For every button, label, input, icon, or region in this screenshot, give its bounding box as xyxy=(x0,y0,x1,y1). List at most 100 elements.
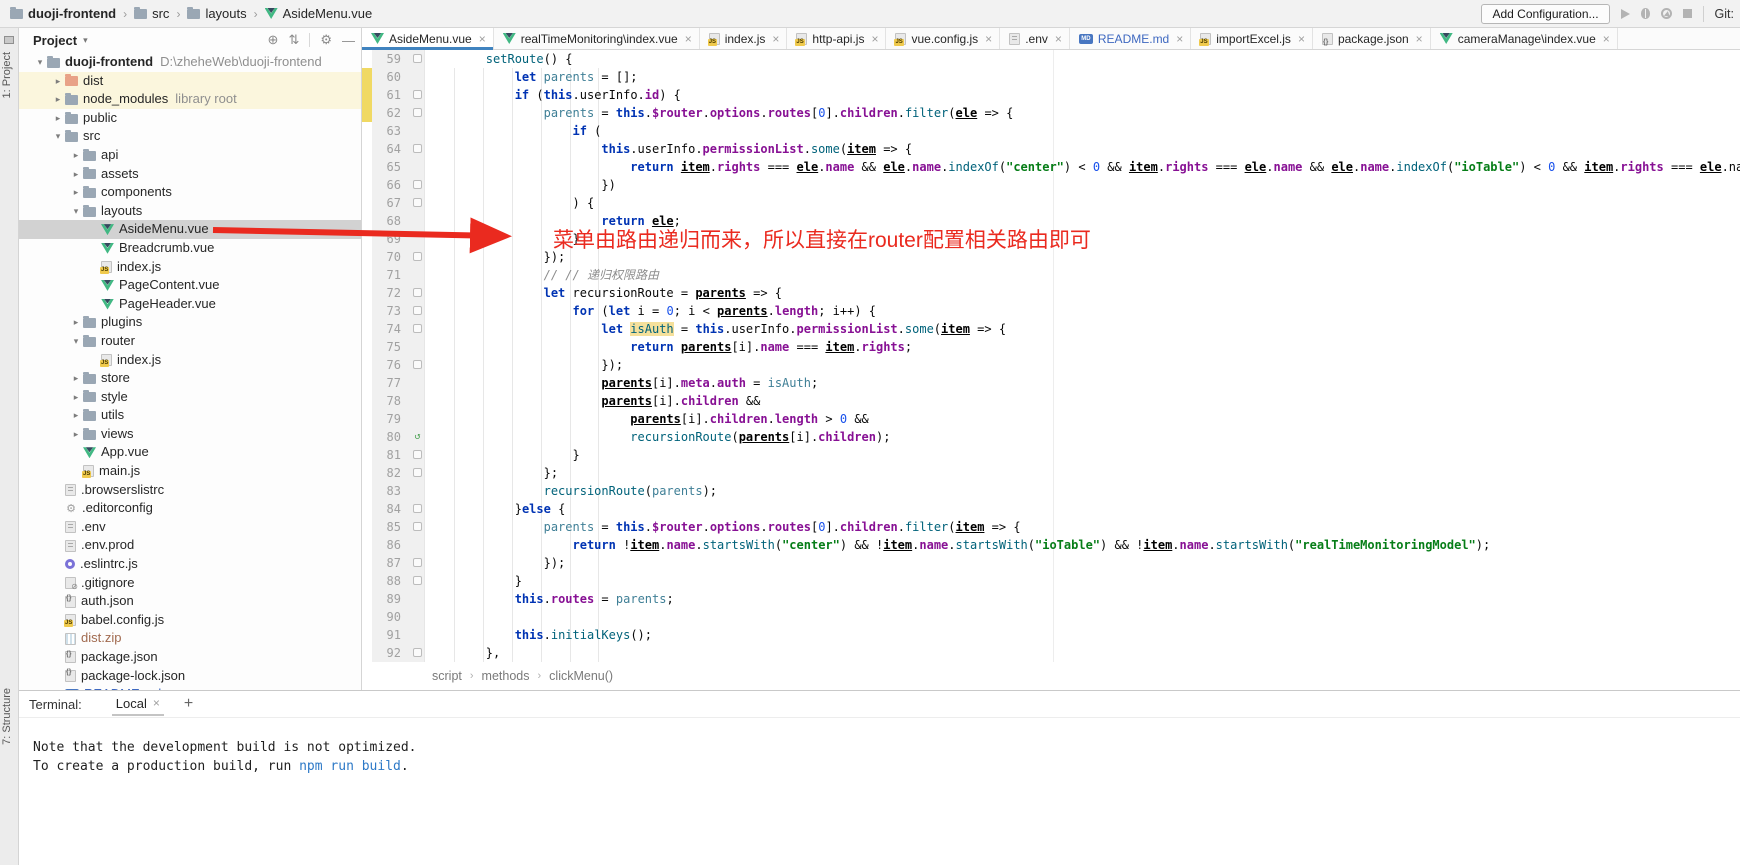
tree-item-.eslintrc.js[interactable]: .eslintrc.js xyxy=(19,555,361,574)
close-tab-icon[interactable]: × xyxy=(871,32,878,46)
recursive-call-icon[interactable]: ↺ xyxy=(411,428,425,446)
fold-open-icon[interactable] xyxy=(411,194,425,212)
code-line-83[interactable]: 83 recursionRoute(parents); xyxy=(362,482,1740,500)
tree-item-Breadcrumb.vue[interactable]: Breadcrumb.vue xyxy=(19,239,361,258)
code-editor[interactable]: 59 setRoute() {60 let parents = [];61 if… xyxy=(362,50,1740,662)
close-tab-icon[interactable]: × xyxy=(685,32,692,46)
tree-item-api[interactable]: ▸api xyxy=(19,146,361,165)
code-line-63[interactable]: 63 if ( xyxy=(362,122,1740,140)
chevron-open-icon[interactable]: ▾ xyxy=(33,53,47,72)
tree-item-style[interactable]: ▸style xyxy=(19,388,361,407)
tab-http-api.js[interactable]: http-api.js× xyxy=(787,28,886,49)
code-line-59[interactable]: 59 setRoute() { xyxy=(362,50,1740,68)
chevron-closed-icon[interactable]: ▸ xyxy=(51,72,65,91)
code-line-92[interactable]: 92 }, xyxy=(362,644,1740,662)
code-line-75[interactable]: 75 return parents[i].name === item.right… xyxy=(362,338,1740,356)
chevron-closed-icon[interactable]: ▸ xyxy=(69,406,83,425)
chevron-closed-icon[interactable]: ▸ xyxy=(69,369,83,388)
code-line-72[interactable]: 72 let recursionRoute = parents => { xyxy=(362,284,1740,302)
close-tab-icon[interactable]: × xyxy=(1176,32,1183,46)
chevron-closed-icon[interactable]: ▸ xyxy=(69,425,83,444)
breadcrumb-item-duoji-frontend[interactable]: duoji-frontend xyxy=(10,6,116,21)
tab-AsideMenu.vue[interactable]: AsideMenu.vue× xyxy=(362,28,494,49)
fold-open-icon[interactable] xyxy=(411,284,425,302)
fold-open-icon[interactable] xyxy=(411,518,425,536)
project-stripe-button[interactable]: 1: Project xyxy=(1,52,13,98)
fold-open-icon[interactable] xyxy=(411,86,425,104)
tree-item-duoji-frontend[interactable]: ▾duoji-frontendD:\zheheWeb\duoji-fronten… xyxy=(19,53,361,72)
tab-vue.config.js[interactable]: vue.config.js× xyxy=(886,28,1000,49)
tab-index.js[interactable]: index.js× xyxy=(700,28,788,49)
tree-item-auth.json[interactable]: auth.json xyxy=(19,592,361,611)
tree-item-babel.config.js[interactable]: babel.config.js xyxy=(19,611,361,630)
close-tab-icon[interactable]: × xyxy=(1603,32,1610,46)
fold-close-icon[interactable] xyxy=(411,554,425,572)
project-panel-title[interactable]: Project xyxy=(33,33,77,48)
add-configuration-button[interactable]: Add Configuration... xyxy=(1481,4,1609,24)
tab-README.md[interactable]: README.md× xyxy=(1070,28,1191,49)
tab-realTimeMonitoring-index.vue[interactable]: realTimeMonitoring\index.vue× xyxy=(494,28,700,49)
terminal-output[interactable]: Note that the development build is not o… xyxy=(19,718,1740,776)
hide-panel-icon[interactable]: — xyxy=(342,33,355,48)
close-tab-icon[interactable]: × xyxy=(479,32,486,46)
code-line-64[interactable]: 64 this.userInfo.permissionList.some(ite… xyxy=(362,140,1740,158)
tab-cameraManage-index.vue[interactable]: cameraManage\index.vue× xyxy=(1431,28,1618,49)
code-line-86[interactable]: 86 return !item.name.startsWith("center"… xyxy=(362,536,1740,554)
code-line-61[interactable]: 61 if (this.userInfo.id) { xyxy=(362,86,1740,104)
chevron-open-icon[interactable]: ▾ xyxy=(69,332,83,351)
debug-icon[interactable] xyxy=(1641,8,1650,19)
code-line-82[interactable]: 82 }; xyxy=(362,464,1740,482)
tree-item-public[interactable]: ▸public xyxy=(19,109,361,128)
run-icon[interactable] xyxy=(1621,9,1630,19)
code-line-89[interactable]: 89 this.routes = parents; xyxy=(362,590,1740,608)
tree-item-.browserslistrc[interactable]: .browserslistrc xyxy=(19,481,361,500)
close-tab-icon[interactable]: × xyxy=(1055,32,1062,46)
code-line-78[interactable]: 78 parents[i].children && xyxy=(362,392,1740,410)
tree-item-components[interactable]: ▸components xyxy=(19,183,361,202)
code-line-79[interactable]: 79 parents[i].children.length > 0 && xyxy=(362,410,1740,428)
chevron-down-icon[interactable]: ▾ xyxy=(83,35,88,46)
tree-item-layouts[interactable]: ▾layouts xyxy=(19,202,361,221)
code-line-67[interactable]: 67 ) { xyxy=(362,194,1740,212)
editor-breadcrumb-clickMenu-[interactable]: clickMenu() xyxy=(549,669,613,683)
tree-item-.env.prod[interactable]: .env.prod xyxy=(19,536,361,555)
tree-item-App.vue[interactable]: App.vue xyxy=(19,443,361,462)
code-line-88[interactable]: 88 } xyxy=(362,572,1740,590)
code-line-62[interactable]: 62 parents = this.$router.options.routes… xyxy=(362,104,1740,122)
collapse-all-icon[interactable]: ⇅ xyxy=(288,32,299,48)
breadcrumb-item-layouts[interactable]: layouts xyxy=(187,6,246,21)
tree-item-index.js[interactable]: index.js xyxy=(19,258,361,277)
code-line-76[interactable]: 76 }); xyxy=(362,356,1740,374)
code-line-65[interactable]: 65 return item.rights === ele.name && el… xyxy=(362,158,1740,176)
stop-icon[interactable] xyxy=(1683,9,1692,18)
structure-stripe-button[interactable]: 7: Structure xyxy=(1,688,13,745)
fold-open-icon[interactable] xyxy=(411,500,425,518)
fold-open-icon[interactable] xyxy=(411,50,425,68)
run-with-coverage-icon[interactable] xyxy=(1661,8,1672,19)
tree-item-store[interactable]: ▸store xyxy=(19,369,361,388)
editor-breadcrumb-script[interactable]: script xyxy=(432,669,462,683)
chevron-closed-icon[interactable]: ▸ xyxy=(51,90,65,109)
chevron-closed-icon[interactable]: ▸ xyxy=(69,313,83,332)
tree-item-main.js[interactable]: main.js xyxy=(19,462,361,481)
fold-close-icon[interactable] xyxy=(411,356,425,374)
fold-close-icon[interactable] xyxy=(411,464,425,482)
git-label[interactable]: Git: xyxy=(1715,7,1734,21)
chevron-closed-icon[interactable]: ▸ xyxy=(51,109,65,128)
breadcrumb-item-AsideMenu.vue[interactable]: AsideMenu.vue xyxy=(265,6,373,21)
tree-item-node-modules[interactable]: ▸node_moduleslibrary root xyxy=(19,90,361,109)
breadcrumb-item-src[interactable]: src xyxy=(134,6,169,21)
tree-item-.editorconfig[interactable]: .editorconfig xyxy=(19,499,361,518)
terminal-tab-local[interactable]: Local × xyxy=(112,693,164,716)
code-line-90[interactable]: 90 xyxy=(362,608,1740,626)
tree-item-PageHeader.vue[interactable]: PageHeader.vue xyxy=(19,295,361,314)
fold-close-icon[interactable] xyxy=(411,572,425,590)
tree-item-AsideMenu.vue[interactable]: AsideMenu.vue xyxy=(19,220,361,239)
code-line-87[interactable]: 87 }); xyxy=(362,554,1740,572)
chevron-closed-icon[interactable]: ▸ xyxy=(69,388,83,407)
tree-item-.env[interactable]: .env xyxy=(19,518,361,537)
fold-open-icon[interactable] xyxy=(411,302,425,320)
tree-item-dist[interactable]: ▸dist xyxy=(19,72,361,91)
new-terminal-button[interactable]: + xyxy=(184,695,193,713)
tree-item-assets[interactable]: ▸assets xyxy=(19,165,361,184)
